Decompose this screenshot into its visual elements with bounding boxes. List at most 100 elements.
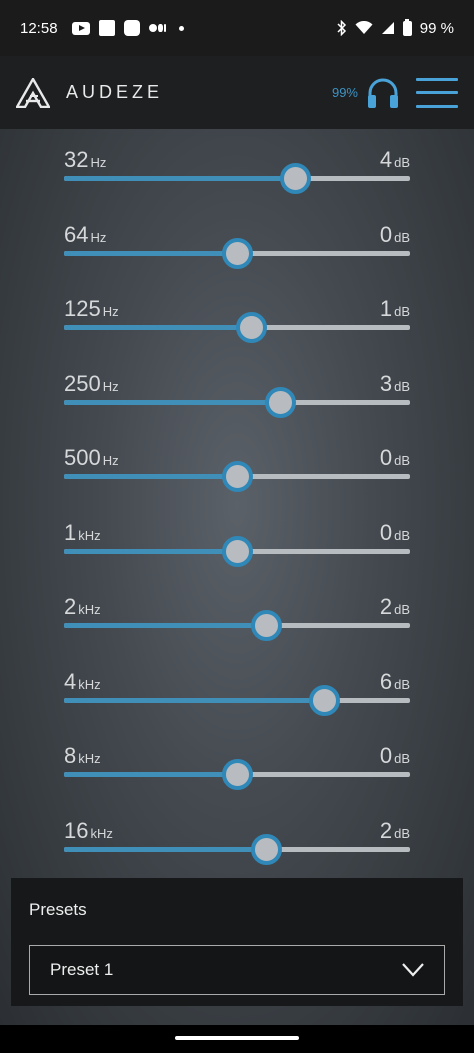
hamburger-menu-icon[interactable] (416, 77, 458, 108)
band-slider-track[interactable] (64, 759, 410, 790)
more-notifications-icon (178, 25, 184, 31)
preset-dropdown[interactable]: Preset 1 (29, 945, 445, 995)
band-gain-value: 0 (379, 445, 393, 470)
headphone-battery: 99% (331, 85, 358, 100)
band-gain-value: 0 (379, 519, 393, 545)
band-gain-unit: dB (394, 751, 410, 766)
band-frequency-label: 16 kHz (64, 818, 113, 844)
band-frequency-value: 8 (64, 743, 77, 768)
band-slider-track[interactable] (64, 237, 410, 269)
band-frequency-label: 64 Hz (64, 222, 106, 248)
eq-band-64hz: 64 Hz 0 dB (64, 222, 410, 282)
band-slider-fill (64, 697, 324, 703)
home-gesture-bar[interactable] (175, 1036, 299, 1040)
band-slider-fill (64, 176, 295, 181)
band-frequency-label: 2 kHz (64, 594, 101, 620)
medium-icon (148, 24, 166, 32)
band-slider-fill (64, 325, 251, 330)
navigation-bar (0, 1025, 474, 1053)
band-frequency-unit: kHz (78, 527, 101, 543)
eq-band-4khz: 4 kHz 6 dB (64, 669, 410, 729)
band-frequency-unit: Hz (90, 155, 107, 170)
band-gain-label: 6 dB (380, 669, 410, 695)
eq-band-2khz: 2 kHz 2 dB (64, 594, 410, 654)
notification-icons (71, 20, 184, 36)
signal-icon (381, 21, 395, 35)
band-slider-fill (64, 399, 280, 405)
band-slider-thumb[interactable] (264, 386, 296, 418)
band-gain-value: 2 (379, 594, 393, 619)
band-slider-thumb[interactable] (221, 461, 253, 492)
band-slider-thumb[interactable] (221, 759, 253, 790)
band-frequency-value: 250 (64, 370, 101, 396)
band-gain-label: 0 dB (380, 222, 410, 248)
eq-band-16khz: 16 kHz 2 dB (64, 818, 410, 878)
band-gain-unit: dB (394, 676, 410, 692)
app-notification-icon (98, 20, 115, 36)
band-slider-fill (64, 772, 237, 777)
band-frequency-unit: Hz (102, 453, 119, 468)
presets-title: Presets (29, 900, 87, 919)
band-frequency-value: 500 (64, 445, 101, 470)
band-gain-label: 2 dB (380, 818, 410, 844)
band-gain-value: 3 (379, 370, 393, 396)
band-slider-track[interactable] (64, 535, 410, 567)
band-slider-thumb[interactable] (250, 610, 282, 641)
band-frequency-value: 125 (64, 296, 101, 321)
band-gain-label: 1 dB (380, 296, 410, 322)
band-slider-track[interactable] (64, 684, 410, 716)
eq-band-32hz: 32 Hz 4 dB (64, 147, 410, 207)
band-slider-track[interactable] (64, 610, 410, 641)
band-gain-value: 4 (379, 147, 393, 172)
band-frequency-unit: Hz (102, 304, 119, 319)
band-gain-value: 6 (379, 668, 393, 694)
band-gain-label: 2 dB (380, 594, 410, 620)
band-slider-fill (64, 846, 266, 852)
brand-name: AUDEZE (66, 82, 164, 102)
band-gain-value: 2 (379, 817, 393, 843)
band-slider-track[interactable] (64, 833, 410, 865)
band-slider-thumb[interactable] (221, 237, 253, 269)
band-frequency-unit: kHz (90, 825, 113, 841)
band-frequency-label: 500 Hz (64, 445, 119, 471)
band-frequency-value: 1 (64, 519, 77, 545)
preset-selected-value: Preset 1 (50, 960, 114, 979)
band-frequency-label: 32 Hz (64, 147, 106, 173)
band-gain-unit: dB (394, 304, 410, 319)
eq-band-125hz: 125 Hz 1 dB (64, 296, 410, 356)
eq-band-8khz: 8 kHz 0 dB (64, 743, 410, 803)
battery-icon (402, 18, 412, 36)
band-frequency-unit: Hz (90, 229, 107, 245)
band-slider-track[interactable] (64, 461, 410, 492)
band-slider-thumb[interactable] (279, 163, 311, 194)
band-slider-thumb[interactable] (235, 312, 267, 343)
status-bar: 12:58 99 % (0, 0, 474, 56)
eq-band-500hz: 500 Hz 0 dB (64, 445, 410, 505)
band-frequency-label: 1 kHz (64, 520, 101, 546)
bluetooth-icon (337, 20, 347, 36)
band-slider-fill (64, 623, 266, 628)
app-header: AUDEZE 99% (0, 56, 474, 129)
band-slider-thumb[interactable] (221, 535, 253, 567)
band-gain-value: 0 (379, 743, 393, 768)
band-slider-track[interactable] (64, 312, 410, 343)
band-slider-track[interactable] (64, 163, 410, 194)
band-gain-label: 0 dB (380, 520, 410, 546)
eq-band-250hz: 250 Hz 3 dB (64, 371, 410, 431)
band-frequency-unit: kHz (78, 602, 101, 617)
band-gain-unit: dB (394, 602, 410, 617)
band-slider-track[interactable] (64, 386, 410, 418)
headphones-icon[interactable] (366, 76, 400, 110)
app-notification-icon-2 (123, 20, 140, 36)
band-slider-thumb[interactable] (308, 684, 340, 716)
band-slider-fill (64, 250, 237, 256)
band-gain-value: 0 (379, 221, 393, 247)
band-frequency-value: 32 (64, 147, 89, 172)
presets-panel: Presets Preset 1 (11, 878, 463, 1006)
band-gain-value: 1 (379, 296, 393, 321)
band-frequency-label: 8 kHz (64, 743, 101, 769)
band-gain-unit: dB (394, 825, 410, 841)
chevron-down-icon (402, 963, 424, 977)
band-frequency-unit: kHz (78, 676, 101, 692)
band-slider-thumb[interactable] (250, 833, 282, 865)
